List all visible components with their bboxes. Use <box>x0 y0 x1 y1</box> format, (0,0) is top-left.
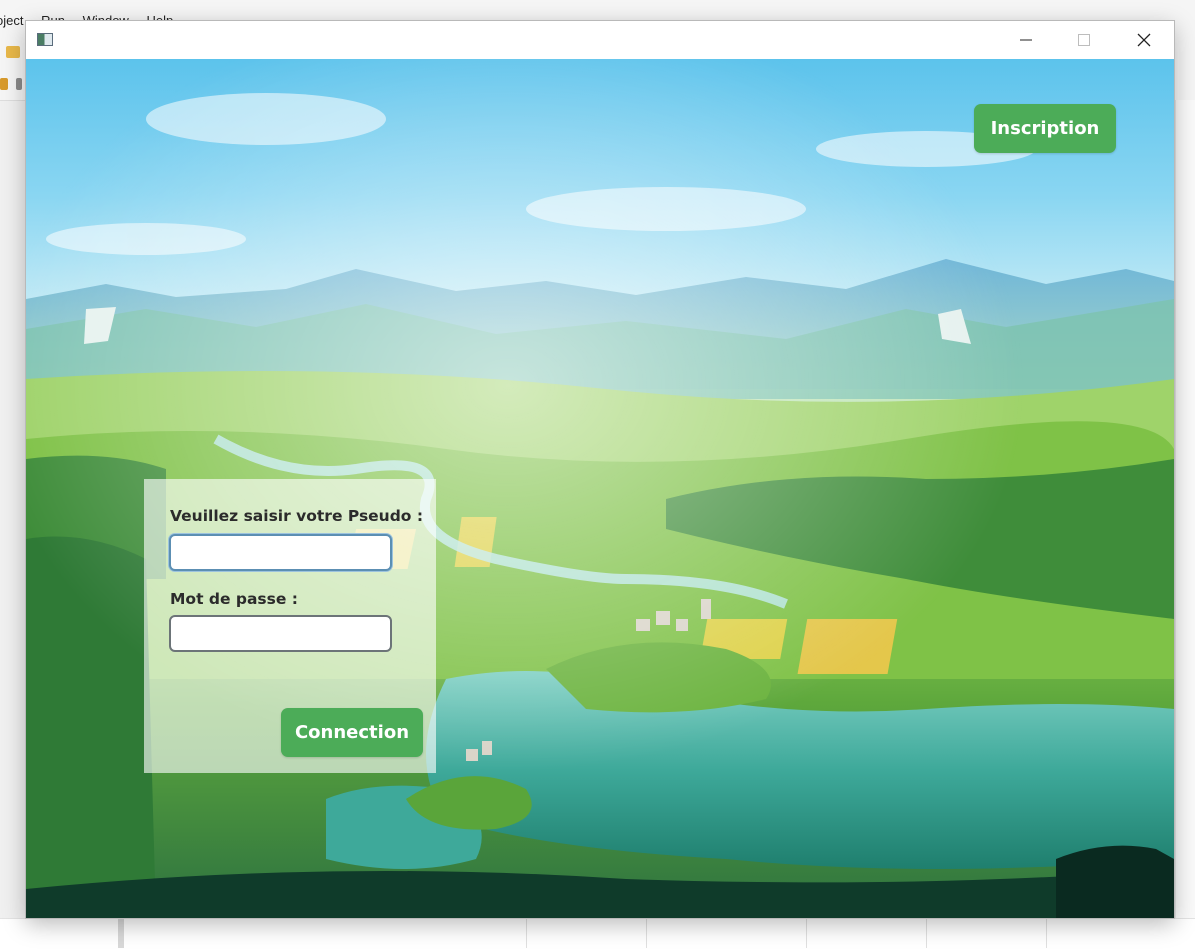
minimize-button[interactable] <box>1003 21 1049 59</box>
close-icon <box>1137 33 1151 47</box>
ide-column-divider <box>646 918 647 948</box>
open-folder-icon[interactable] <box>6 46 20 58</box>
ide-column-divider <box>806 918 807 948</box>
app-icon <box>37 33 53 46</box>
login-panel: Veuillez saisir votre Pseudo : Mot de pa… <box>144 479 436 773</box>
ide-column-divider <box>526 918 527 948</box>
ide-side-panel <box>1175 100 1195 918</box>
pseudo-label: Veuillez saisir votre Pseudo : <box>170 507 424 525</box>
ide-divider <box>118 918 124 948</box>
ide-menu-project[interactable]: oject <box>0 13 23 28</box>
password-label: Mot de passe : <box>170 590 298 608</box>
maximize-button[interactable] <box>1061 21 1107 59</box>
ide-column-divider <box>1046 918 1047 948</box>
close-button[interactable] <box>1121 21 1167 59</box>
toolbar-icon[interactable] <box>16 78 22 90</box>
minimize-icon <box>1020 39 1032 41</box>
ide-bottom-panel <box>0 918 1195 949</box>
pseudo-input[interactable] <box>169 534 392 571</box>
toolbar-icon[interactable] <box>0 78 8 90</box>
password-input[interactable] <box>169 615 392 652</box>
app-window: Inscription Veuillez saisir votre Pseudo… <box>26 21 1174 918</box>
maximize-icon <box>1078 34 1090 46</box>
connection-button[interactable]: Connection <box>281 708 423 757</box>
landscape-background: Inscription Veuillez saisir votre Pseudo… <box>26 59 1174 918</box>
ide-column-divider <box>926 918 927 948</box>
window-titlebar[interactable] <box>26 21 1174 59</box>
inscription-button[interactable]: Inscription <box>974 104 1116 153</box>
